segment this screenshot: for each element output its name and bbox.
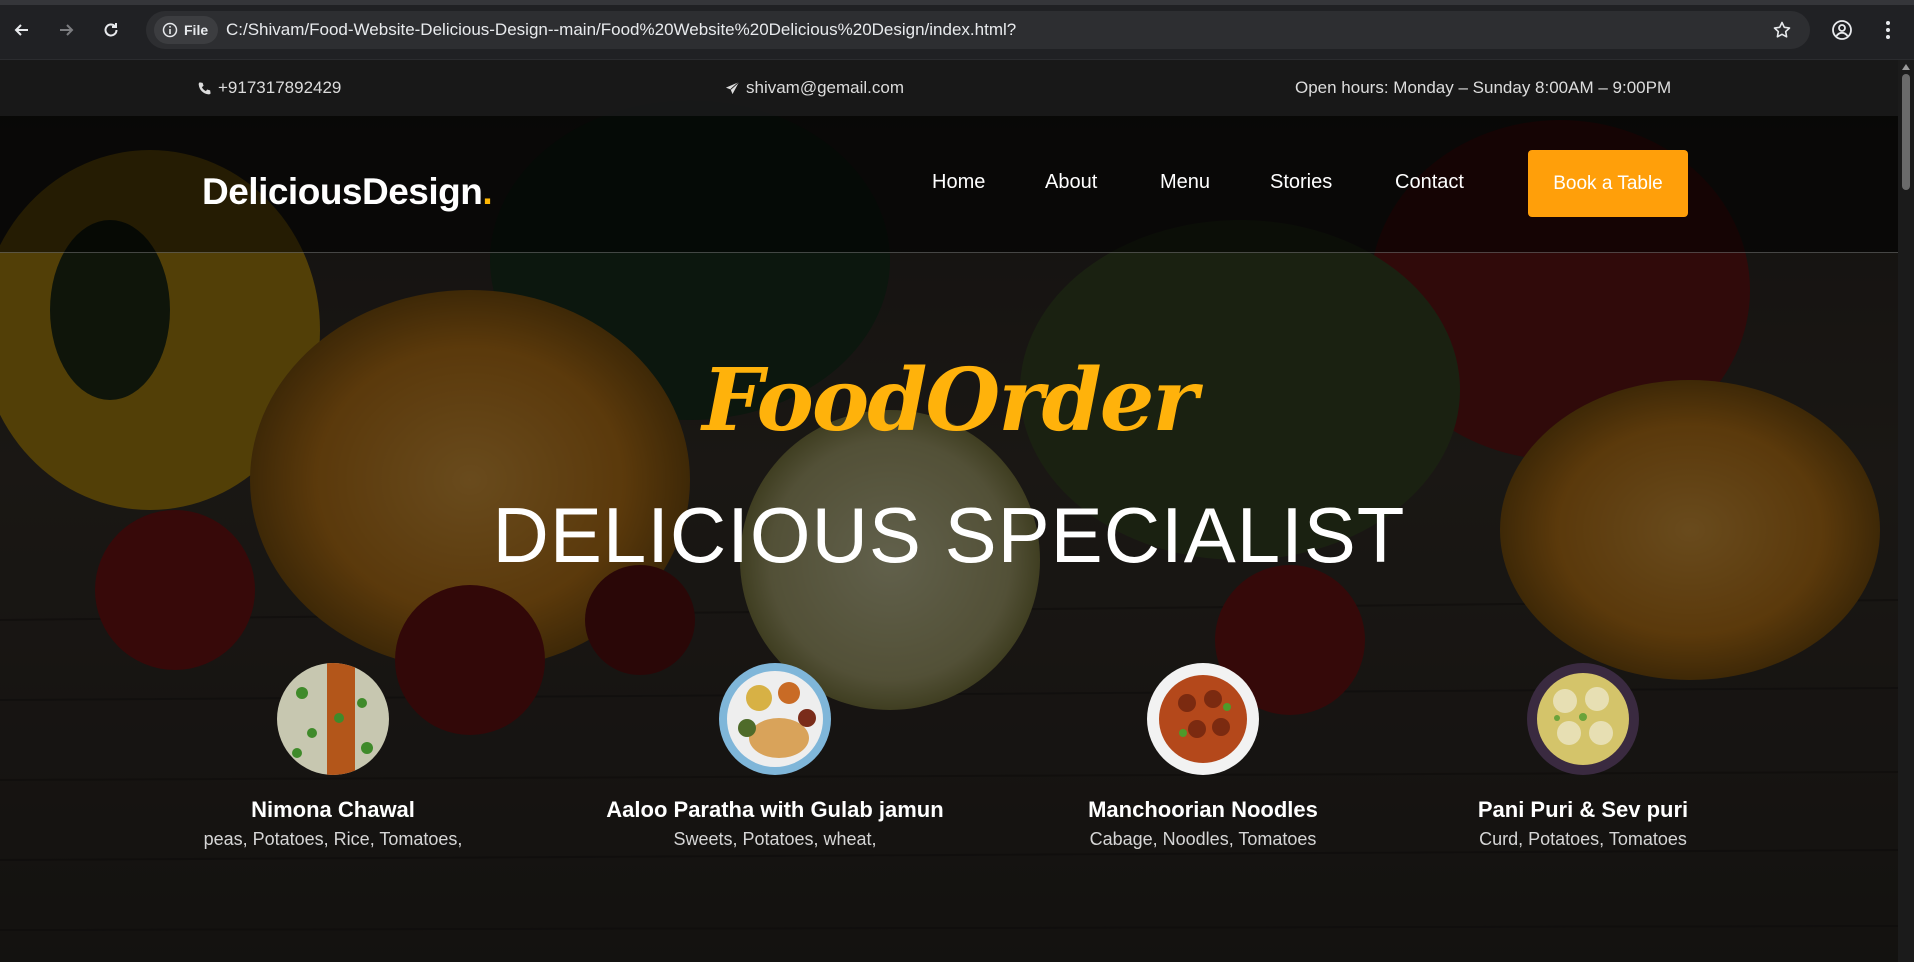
phone-info[interactable]: +917317892429 bbox=[197, 78, 341, 98]
email-address: shivam@gemail.com bbox=[746, 78, 905, 97]
dish-photo-pani-puri bbox=[1527, 663, 1639, 775]
forward-button[interactable] bbox=[50, 14, 82, 46]
dish-photo-manchurian-noodles bbox=[1147, 663, 1259, 775]
logo-text: DeliciousDesign bbox=[202, 171, 483, 212]
book-table-button[interactable]: Book a Table bbox=[1528, 150, 1688, 217]
site-header: DeliciousDesign. Home About Menu Stories… bbox=[0, 116, 1898, 253]
dish-image bbox=[1527, 663, 1639, 775]
nav-contact[interactable]: Contact bbox=[1395, 171, 1464, 194]
chrome-menu-button[interactable] bbox=[1872, 14, 1904, 46]
reload-icon bbox=[104, 23, 118, 37]
url-text[interactable]: C:/Shivam/Food-Website-Delicious-Design-… bbox=[226, 20, 1016, 40]
dish-name: Pani Puri & Sev puri bbox=[1477, 797, 1689, 822]
logo-dot: . bbox=[482, 171, 493, 212]
more-vertical-icon bbox=[1886, 21, 1890, 39]
profile-icon bbox=[1832, 20, 1852, 40]
phone-number: +917317892429 bbox=[218, 78, 342, 97]
opening-hours-text: Open hours: Monday – Sunday 8:00AM – 9:0… bbox=[1295, 78, 1672, 97]
dish-card[interactable]: Nimona Chawal peas, Potatoes, Rice, Toma… bbox=[133, 663, 533, 850]
email-info[interactable]: shivam@gemail.com bbox=[725, 78, 904, 98]
dish-image bbox=[719, 663, 831, 775]
dish-card[interactable]: Aaloo Paratha with Gulab jamun Sweets, P… bbox=[575, 663, 975, 850]
hero-script-title: FoodOrder bbox=[702, 350, 1198, 451]
site-logo[interactable]: DeliciousDesign. bbox=[202, 171, 493, 213]
phone-icon bbox=[198, 81, 211, 94]
site-chip-label: File bbox=[184, 22, 209, 38]
dish-image bbox=[277, 663, 389, 775]
dish-card[interactable]: Manchoorian Noodles Cabage, Noodles, Tom… bbox=[1003, 663, 1403, 850]
dish-card[interactable]: Pani Puri & Sev puri Curd, Potatoes, Tom… bbox=[1383, 663, 1783, 850]
dish-ingredients: Curd, Potatoes, Tomatoes bbox=[1479, 829, 1687, 849]
dish-ingredients: Sweets, Potatoes, wheat, bbox=[673, 829, 877, 849]
hero-title: DELICIOUS SPECIALIST bbox=[492, 491, 1406, 579]
dish-photo-nimona bbox=[277, 663, 389, 775]
back-arrow-icon bbox=[14, 24, 28, 36]
nav-about[interactable]: About bbox=[1045, 171, 1097, 194]
profile-button[interactable] bbox=[1826, 14, 1858, 46]
reload-button[interactable] bbox=[95, 14, 127, 46]
browser-toolbar: File C:/Shivam/Food-Website-Delicious-De… bbox=[0, 0, 1914, 60]
scrollbar-thumb[interactable] bbox=[1902, 74, 1910, 190]
dish-name: Nimona Chawal bbox=[251, 797, 415, 822]
back-button[interactable] bbox=[6, 14, 38, 46]
opening-hours: Open hours: Monday – Sunday 8:00AM – 9:0… bbox=[1295, 78, 1671, 98]
bookmark-star-icon[interactable] bbox=[1772, 20, 1792, 40]
dish-ingredients: peas, Potatoes, Rice, Tomatoes, bbox=[203, 829, 463, 849]
info-icon bbox=[162, 22, 178, 38]
dish-name: Manchoorian Noodles bbox=[1088, 797, 1318, 822]
dish-image bbox=[1147, 663, 1259, 775]
dish-photo-aaloo-paratha bbox=[719, 663, 831, 775]
tab-strip-edge bbox=[0, 0, 1914, 5]
page-scrollbar[interactable] bbox=[1898, 60, 1914, 962]
address-bar[interactable]: File C:/Shivam/Food-Website-Delicious-De… bbox=[146, 11, 1810, 49]
site-info-chip[interactable]: File bbox=[154, 16, 219, 44]
dish-name: Aaloo Paratha with Gulab jamun bbox=[606, 797, 944, 822]
nav-menu[interactable]: Menu bbox=[1160, 171, 1210, 194]
nav-home[interactable]: Home bbox=[932, 171, 985, 194]
scroll-up-arrow-icon[interactable] bbox=[1902, 64, 1910, 70]
dish-ingredients: Cabage, Noodles, Tomatoes bbox=[1089, 829, 1317, 849]
paper-plane-icon bbox=[725, 81, 740, 94]
contact-info-bar: +917317892429 shivam@gemail.com Open hou… bbox=[0, 60, 1898, 116]
nav-stories[interactable]: Stories bbox=[1270, 171, 1332, 194]
page-viewport: +917317892429 shivam@gemail.com Open hou… bbox=[0, 60, 1898, 962]
forward-arrow-icon bbox=[60, 24, 74, 36]
